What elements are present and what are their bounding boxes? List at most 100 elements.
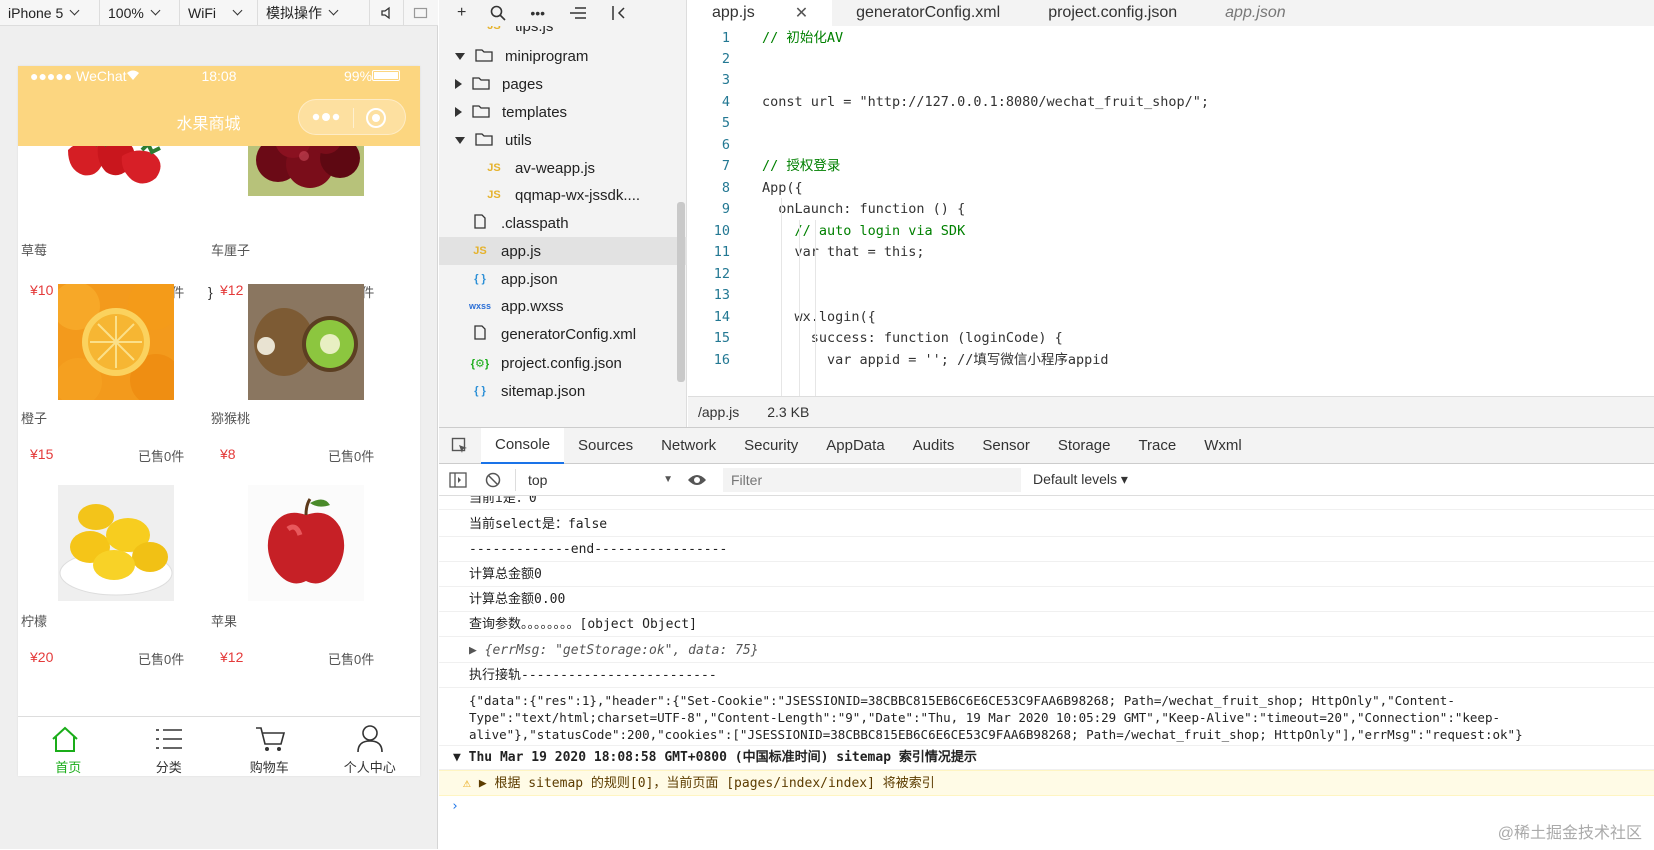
folder-icon [470, 76, 492, 93]
tab-sensor[interactable]: Sensor [968, 428, 1044, 464]
collapse-icon[interactable] [611, 5, 627, 21]
filter-input[interactable] [723, 467, 1021, 492]
tree-scrollbar[interactable] [677, 202, 685, 382]
tab-label: project.config.json [1048, 4, 1178, 21]
device-select[interactable]: iPhone 5 [0, 0, 100, 26]
tree-item-label: generatorConfig.xml [501, 325, 637, 343]
zoom-select[interactable]: 100% [100, 0, 180, 26]
tree-item[interactable]: { } app.json [439, 265, 687, 293]
product-card[interactable]: 车厘子 ¥12 已售0件 [208, 142, 409, 300]
product-card[interactable]: 苹果 ¥12 已售0件 [208, 485, 409, 686]
product-name: 猕猴桃 [211, 411, 251, 426]
close-miniprogram-icon[interactable] [365, 107, 387, 132]
console-text: -------------end----------------- [469, 542, 728, 557]
tab-app-js[interactable]: app.js ✕ [688, 0, 833, 26]
product-card[interactable]: 柠檬 ¥20 已售0件 [18, 485, 219, 686]
tab-network[interactable]: Network [647, 428, 730, 464]
tree-item-label: app.wxss [501, 297, 564, 315]
more-icon[interactable]: ••• [530, 5, 545, 21]
tab-label: app.js [712, 4, 755, 21]
sidebar-toggle-icon[interactable] [449, 471, 467, 488]
console-prompt[interactable]: › [439, 796, 1654, 818]
user-icon [356, 725, 383, 753]
tab-audits[interactable]: Audits [899, 428, 969, 464]
watermark: @稀土掘金技术社区 [1497, 825, 1642, 842]
tab-storage[interactable]: Storage [1044, 428, 1125, 464]
line-number: 11 [713, 244, 730, 260]
code-area[interactable]: 1 // 初始化AV 2 3 4 const url = "http://127.0… [688, 26, 1654, 396]
tree-item[interactable]: { } sitemap.json [439, 377, 687, 405]
editor-status-bar: /app.js 2.3 KB [688, 396, 1654, 427]
strawberry-image [58, 142, 174, 196]
tree-item[interactable]: .classpath [439, 209, 687, 237]
tree-item-label: pages [502, 75, 543, 93]
tree-item-label: app.json [501, 270, 558, 288]
tab-sources[interactable]: Sources [564, 428, 647, 464]
console-output: 当前i是：0 当前select是：false -------------end-… [439, 496, 1654, 850]
console-warning-row[interactable]: ⚠ ▶ 根据 sitemap 的规则[0]，当前页面 [pages/index/i… [439, 770, 1654, 796]
console-group-header[interactable]: ▼ Thu Mar 19 2020 18:08:58 GMT+0800 (中国标… [439, 746, 1654, 770]
window-button[interactable] [404, 0, 438, 26]
tree-item[interactable]: {⚙} project.config.json [439, 349, 687, 377]
tab-home[interactable]: 首页 [18, 717, 119, 776]
tree-item[interactable]: wxss app.wxss [439, 292, 687, 320]
tab-wxml[interactable]: Wxml [1190, 428, 1256, 464]
tab-cart[interactable]: 购物车 [219, 717, 320, 776]
speaker-icon [380, 6, 390, 19]
tab-category[interactable]: 分类 [119, 717, 220, 776]
tree-item[interactable]: JS app.js [439, 237, 687, 265]
console-text: 执行接轨------------------------- [469, 668, 717, 683]
tab-label: 分类 [155, 760, 182, 775]
product-price: ¥12 [220, 649, 244, 665]
tab-app-json[interactable]: app.json [1201, 0, 1310, 26]
tree-item[interactable]: generatorConfig.xml [439, 320, 687, 348]
console-text: ▶ 根据 sitemap 的规则[0]，当前页面 [pages/index/in… [478, 776, 935, 791]
code-line: 12 [688, 263, 1654, 285]
product-card[interactable]: 猕猴桃 ¥8 已售0件 } [208, 284, 409, 485]
network-select[interactable]: WiFi [180, 0, 258, 26]
tab-security[interactable]: Security [730, 428, 812, 464]
more-icon[interactable] [311, 110, 341, 124]
sort-icon[interactable] [569, 6, 587, 20]
indent-guide [799, 220, 800, 396]
product-name: 苹果 [211, 614, 238, 629]
tree-item[interactable]: templates [439, 98, 687, 126]
collapsed-arrow-icon [455, 79, 462, 89]
status-bar: ●●●●● WeChat 18:08 99% [18, 66, 420, 88]
tree-item[interactable]: utils [439, 126, 687, 154]
clear-console-icon[interactable] [485, 472, 501, 488]
tree-item[interactable]: JS av-weapp.js [439, 154, 687, 182]
operation-select[interactable]: 模拟操作 [258, 0, 370, 26]
product-card[interactable]: 草莓 ¥10 已售0件 [18, 142, 219, 300]
orange-image [58, 284, 174, 400]
close-icon[interactable]: ✕ [795, 3, 808, 23]
context-select[interactable]: top ▼ [515, 468, 673, 491]
product-name: 橙子 [21, 411, 48, 426]
inspect-button[interactable] [439, 428, 481, 464]
mute-button[interactable] [370, 0, 404, 26]
wxss-file-icon: wxss [469, 301, 492, 311]
line-number: 16 [713, 352, 730, 368]
eye-icon[interactable] [687, 473, 707, 487]
tree-item[interactable]: miniprogram [439, 42, 687, 70]
tab-appdata[interactable]: AppData [812, 428, 898, 464]
tab-trace[interactable]: Trace [1124, 428, 1190, 464]
folder-open-icon [473, 48, 495, 65]
search-icon[interactable] [490, 5, 506, 21]
code-line: 3 [688, 69, 1654, 91]
add-icon[interactable]: + [457, 4, 466, 22]
tab-project-config[interactable]: project.config.json [1024, 0, 1201, 26]
context-label: top [528, 471, 548, 488]
tab-console[interactable]: Console [481, 427, 565, 464]
console-object-row[interactable]: ▶ {errMsg: "getStorage:ok", data: 75} [439, 637, 1654, 663]
tree-item[interactable]: JS qqmap-wx-jssdk.... [439, 181, 687, 209]
product-card[interactable]: 橙子 ¥15 已售0件 [18, 284, 219, 485]
tab-profile[interactable]: 个人中心 [320, 717, 421, 776]
collapsed-arrow-icon [455, 107, 462, 117]
tab-generator-config[interactable]: generatorConfig.xml [832, 0, 1024, 26]
chevron-down-icon [328, 5, 339, 16]
log-levels-select[interactable]: Default levels ▾ [1033, 471, 1128, 488]
tree-item[interactable]: JS tips.js [439, 26, 687, 40]
code-line: 5 [688, 112, 1654, 134]
tree-item[interactable]: pages [439, 70, 687, 98]
